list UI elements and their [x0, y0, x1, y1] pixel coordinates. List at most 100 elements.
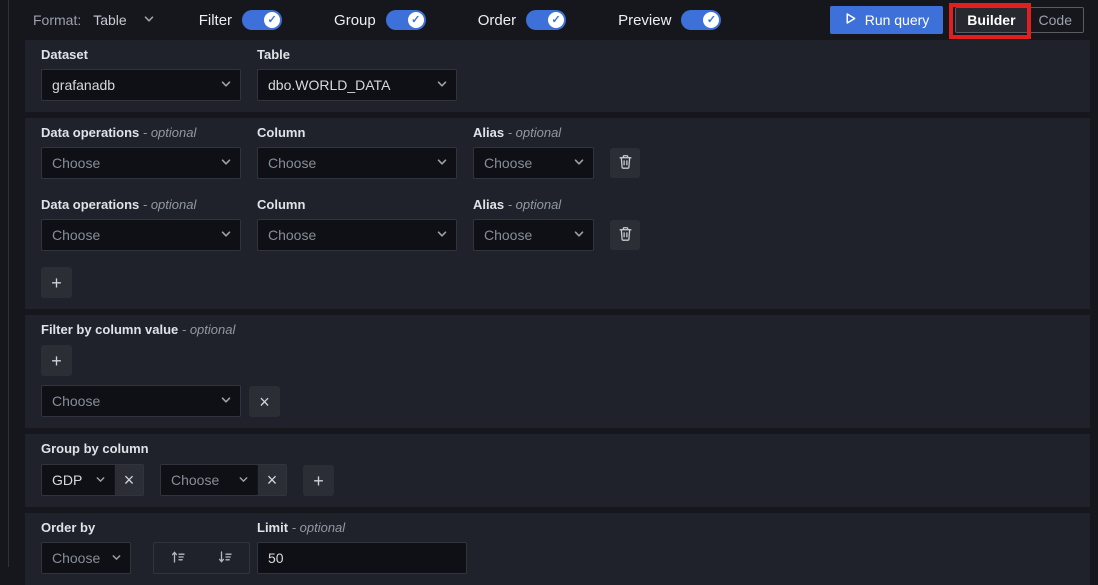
- group-by-combo: GDP ×: [41, 464, 144, 496]
- column-field: Column Choose: [257, 125, 457, 179]
- alias-field: Alias - optional Choose: [473, 125, 594, 179]
- trash-icon: [618, 154, 633, 173]
- alias-label: Alias - optional: [473, 125, 594, 140]
- dataset-field: Dataset grafanadb: [41, 47, 241, 101]
- table-label: Table: [257, 47, 457, 62]
- data-operations-label: Data operations - optional: [41, 197, 241, 212]
- check-icon: ✓: [703, 12, 719, 28]
- trash-icon: [618, 226, 633, 245]
- plus-icon: +: [51, 274, 62, 292]
- chevron-down-icon: [220, 155, 232, 171]
- group-toggle-group: Group ✓: [334, 10, 426, 30]
- select-section: Data operations - optional Choose Column…: [25, 118, 1090, 309]
- plus-icon: +: [313, 472, 324, 490]
- group-by-label: Group by column: [41, 441, 1074, 456]
- group-by-column-select[interactable]: GDP: [42, 465, 114, 495]
- chevron-down-icon: [436, 227, 448, 243]
- order-toggle[interactable]: ✓: [526, 10, 566, 30]
- order-by-field: Order by Choose: [41, 520, 257, 574]
- limit-label: Limit - optional: [257, 520, 467, 535]
- delete-row-button[interactable]: [610, 148, 640, 178]
- order-toggle-group: Order ✓: [478, 10, 566, 30]
- data-operations-field: Data operations - optional Choose: [41, 125, 241, 179]
- alias-select[interactable]: Choose: [473, 147, 594, 179]
- column-label: Column: [257, 125, 457, 140]
- dataset-table-section: Dataset grafanadb Table dbo.WORLD_DATA: [25, 40, 1090, 112]
- alias-field: Alias - optional Choose: [473, 197, 594, 251]
- chevron-down-icon: [573, 227, 585, 243]
- order-by-section: Order by Choose: [25, 513, 1090, 585]
- add-group-by-button[interactable]: +: [303, 465, 334, 496]
- operation-row: Data operations - optional Choose Column…: [41, 197, 1074, 251]
- column-label: Column: [257, 197, 457, 212]
- check-icon: ✓: [408, 12, 424, 28]
- filter-column-select[interactable]: Choose: [41, 385, 241, 417]
- add-operation-button[interactable]: +: [41, 267, 72, 298]
- filter-section: Filter by column value - optional + Choo…: [25, 315, 1090, 428]
- group-by-column-select[interactable]: Choose: [161, 465, 257, 495]
- chevron-down-icon: [436, 155, 448, 171]
- sort-ascending-button[interactable]: [154, 543, 202, 573]
- check-icon: ✓: [264, 12, 280, 28]
- data-operations-select[interactable]: Choose: [41, 147, 241, 179]
- chevron-down-icon: [111, 550, 122, 566]
- table-value: dbo.WORLD_DATA: [268, 77, 430, 93]
- table-field: Table dbo.WORLD_DATA: [257, 47, 457, 101]
- table-select[interactable]: dbo.WORLD_DATA: [257, 69, 457, 101]
- alias-select[interactable]: Choose: [473, 219, 594, 251]
- dataset-value: grafanadb: [52, 77, 214, 93]
- group-by-combo: Choose ×: [160, 464, 287, 496]
- chevron-down-icon: [220, 227, 232, 243]
- chevron-down-icon: [238, 472, 249, 488]
- remove-group-by-button[interactable]: ×: [114, 465, 143, 495]
- data-operations-label: Data operations - optional: [41, 125, 241, 140]
- group-by-row: GDP × Choose × +: [41, 464, 1074, 496]
- format-select[interactable]: Table: [93, 12, 154, 28]
- data-operations-select[interactable]: Choose: [41, 219, 241, 251]
- run-query-label: Run query: [865, 12, 930, 28]
- remove-filter-button[interactable]: ×: [249, 386, 280, 417]
- builder-mode-button[interactable]: Builder: [956, 8, 1027, 32]
- filter-toggle[interactable]: ✓: [242, 10, 282, 30]
- order-by-select[interactable]: Choose: [41, 542, 131, 574]
- format-group: Format: Table: [33, 12, 155, 28]
- query-editor: Format: Table Filter ✓ Group ✓ Order ✓ P…: [8, 0, 1098, 567]
- close-icon: ×: [267, 471, 278, 489]
- group-toggle[interactable]: ✓: [386, 10, 426, 30]
- preview-toggle[interactable]: ✓: [681, 10, 721, 30]
- run-query-button[interactable]: Run query: [830, 6, 944, 34]
- column-select[interactable]: Choose: [257, 219, 457, 251]
- group-by-section: Group by column GDP × Choose ×: [25, 434, 1090, 507]
- format-label: Format:: [33, 12, 81, 28]
- operation-row: Data operations - optional Choose Column…: [41, 125, 1074, 179]
- remove-group-by-button[interactable]: ×: [257, 465, 286, 495]
- dataset-select[interactable]: grafanadb: [41, 69, 241, 101]
- preview-toggle-group: Preview ✓: [618, 10, 721, 30]
- chevron-down-icon: [220, 393, 232, 409]
- check-icon: ✓: [548, 12, 564, 28]
- chevron-down-icon: [573, 155, 585, 171]
- filter-toggle-label: Filter: [199, 12, 232, 29]
- column-select[interactable]: Choose: [257, 147, 457, 179]
- chevron-down-icon: [220, 77, 232, 93]
- add-filter-button[interactable]: +: [41, 345, 72, 376]
- editor-mode-switcher: Builder Code: [955, 7, 1084, 33]
- plus-icon: +: [51, 352, 62, 370]
- sort-amount-down-icon: [217, 549, 233, 568]
- limit-field: Limit - optional: [257, 520, 467, 574]
- limit-input[interactable]: [257, 542, 467, 574]
- group-toggle-label: Group: [334, 12, 376, 29]
- filter-row: Choose ×: [41, 385, 1074, 417]
- chevron-down-icon: [143, 12, 155, 28]
- toolbar-right: Run query Builder Code: [830, 6, 1090, 34]
- delete-row-button[interactable]: [610, 220, 640, 250]
- preview-toggle-label: Preview: [618, 12, 671, 29]
- filter-label: Filter by column value - optional: [41, 322, 1074, 337]
- close-icon: ×: [259, 393, 270, 411]
- sort-descending-button[interactable]: [202, 543, 250, 573]
- order-toggle-label: Order: [478, 12, 516, 29]
- code-mode-button[interactable]: Code: [1028, 8, 1083, 32]
- sort-direction-group: [153, 542, 250, 574]
- chevron-down-icon: [95, 472, 106, 488]
- dataset-label: Dataset: [41, 47, 241, 62]
